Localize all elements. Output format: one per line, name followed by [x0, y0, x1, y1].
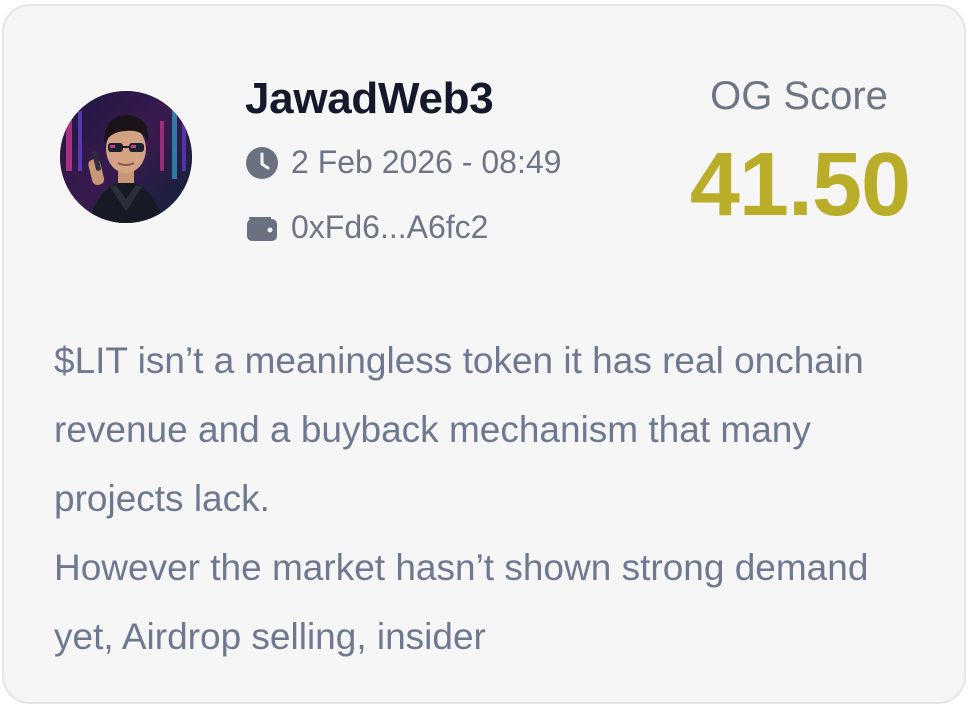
- timestamp: 2 Feb 2026 - 08:49: [291, 144, 562, 180]
- timestamp-row: 2 Feb 2026 - 08:49: [245, 144, 561, 181]
- avatar[interactable]: [60, 91, 192, 223]
- wallet-row: 0xFd6...A6fc2: [245, 209, 488, 246]
- post-paragraph: However the market hasn’t shown strong d…: [54, 547, 869, 657]
- post-card: JawadWeb3 2 Feb 2026 - 08:49 0xFd6...A6f…: [2, 4, 966, 704]
- wallet-address[interactable]: 0xFd6...A6fc2: [291, 209, 488, 246]
- og-score-value: 41.50: [689, 135, 911, 235]
- wallet-icon: [245, 211, 279, 245]
- username[interactable]: JawadWeb3: [245, 74, 494, 124]
- post-paragraph: $LIT isn’t a meaningless token it has re…: [54, 340, 864, 519]
- post-body: $LIT isn’t a meaningless token it has re…: [54, 326, 934, 671]
- clock-icon: [245, 146, 279, 180]
- avatar-image: [60, 91, 192, 223]
- og-score-label: OG Score: [710, 74, 888, 118]
